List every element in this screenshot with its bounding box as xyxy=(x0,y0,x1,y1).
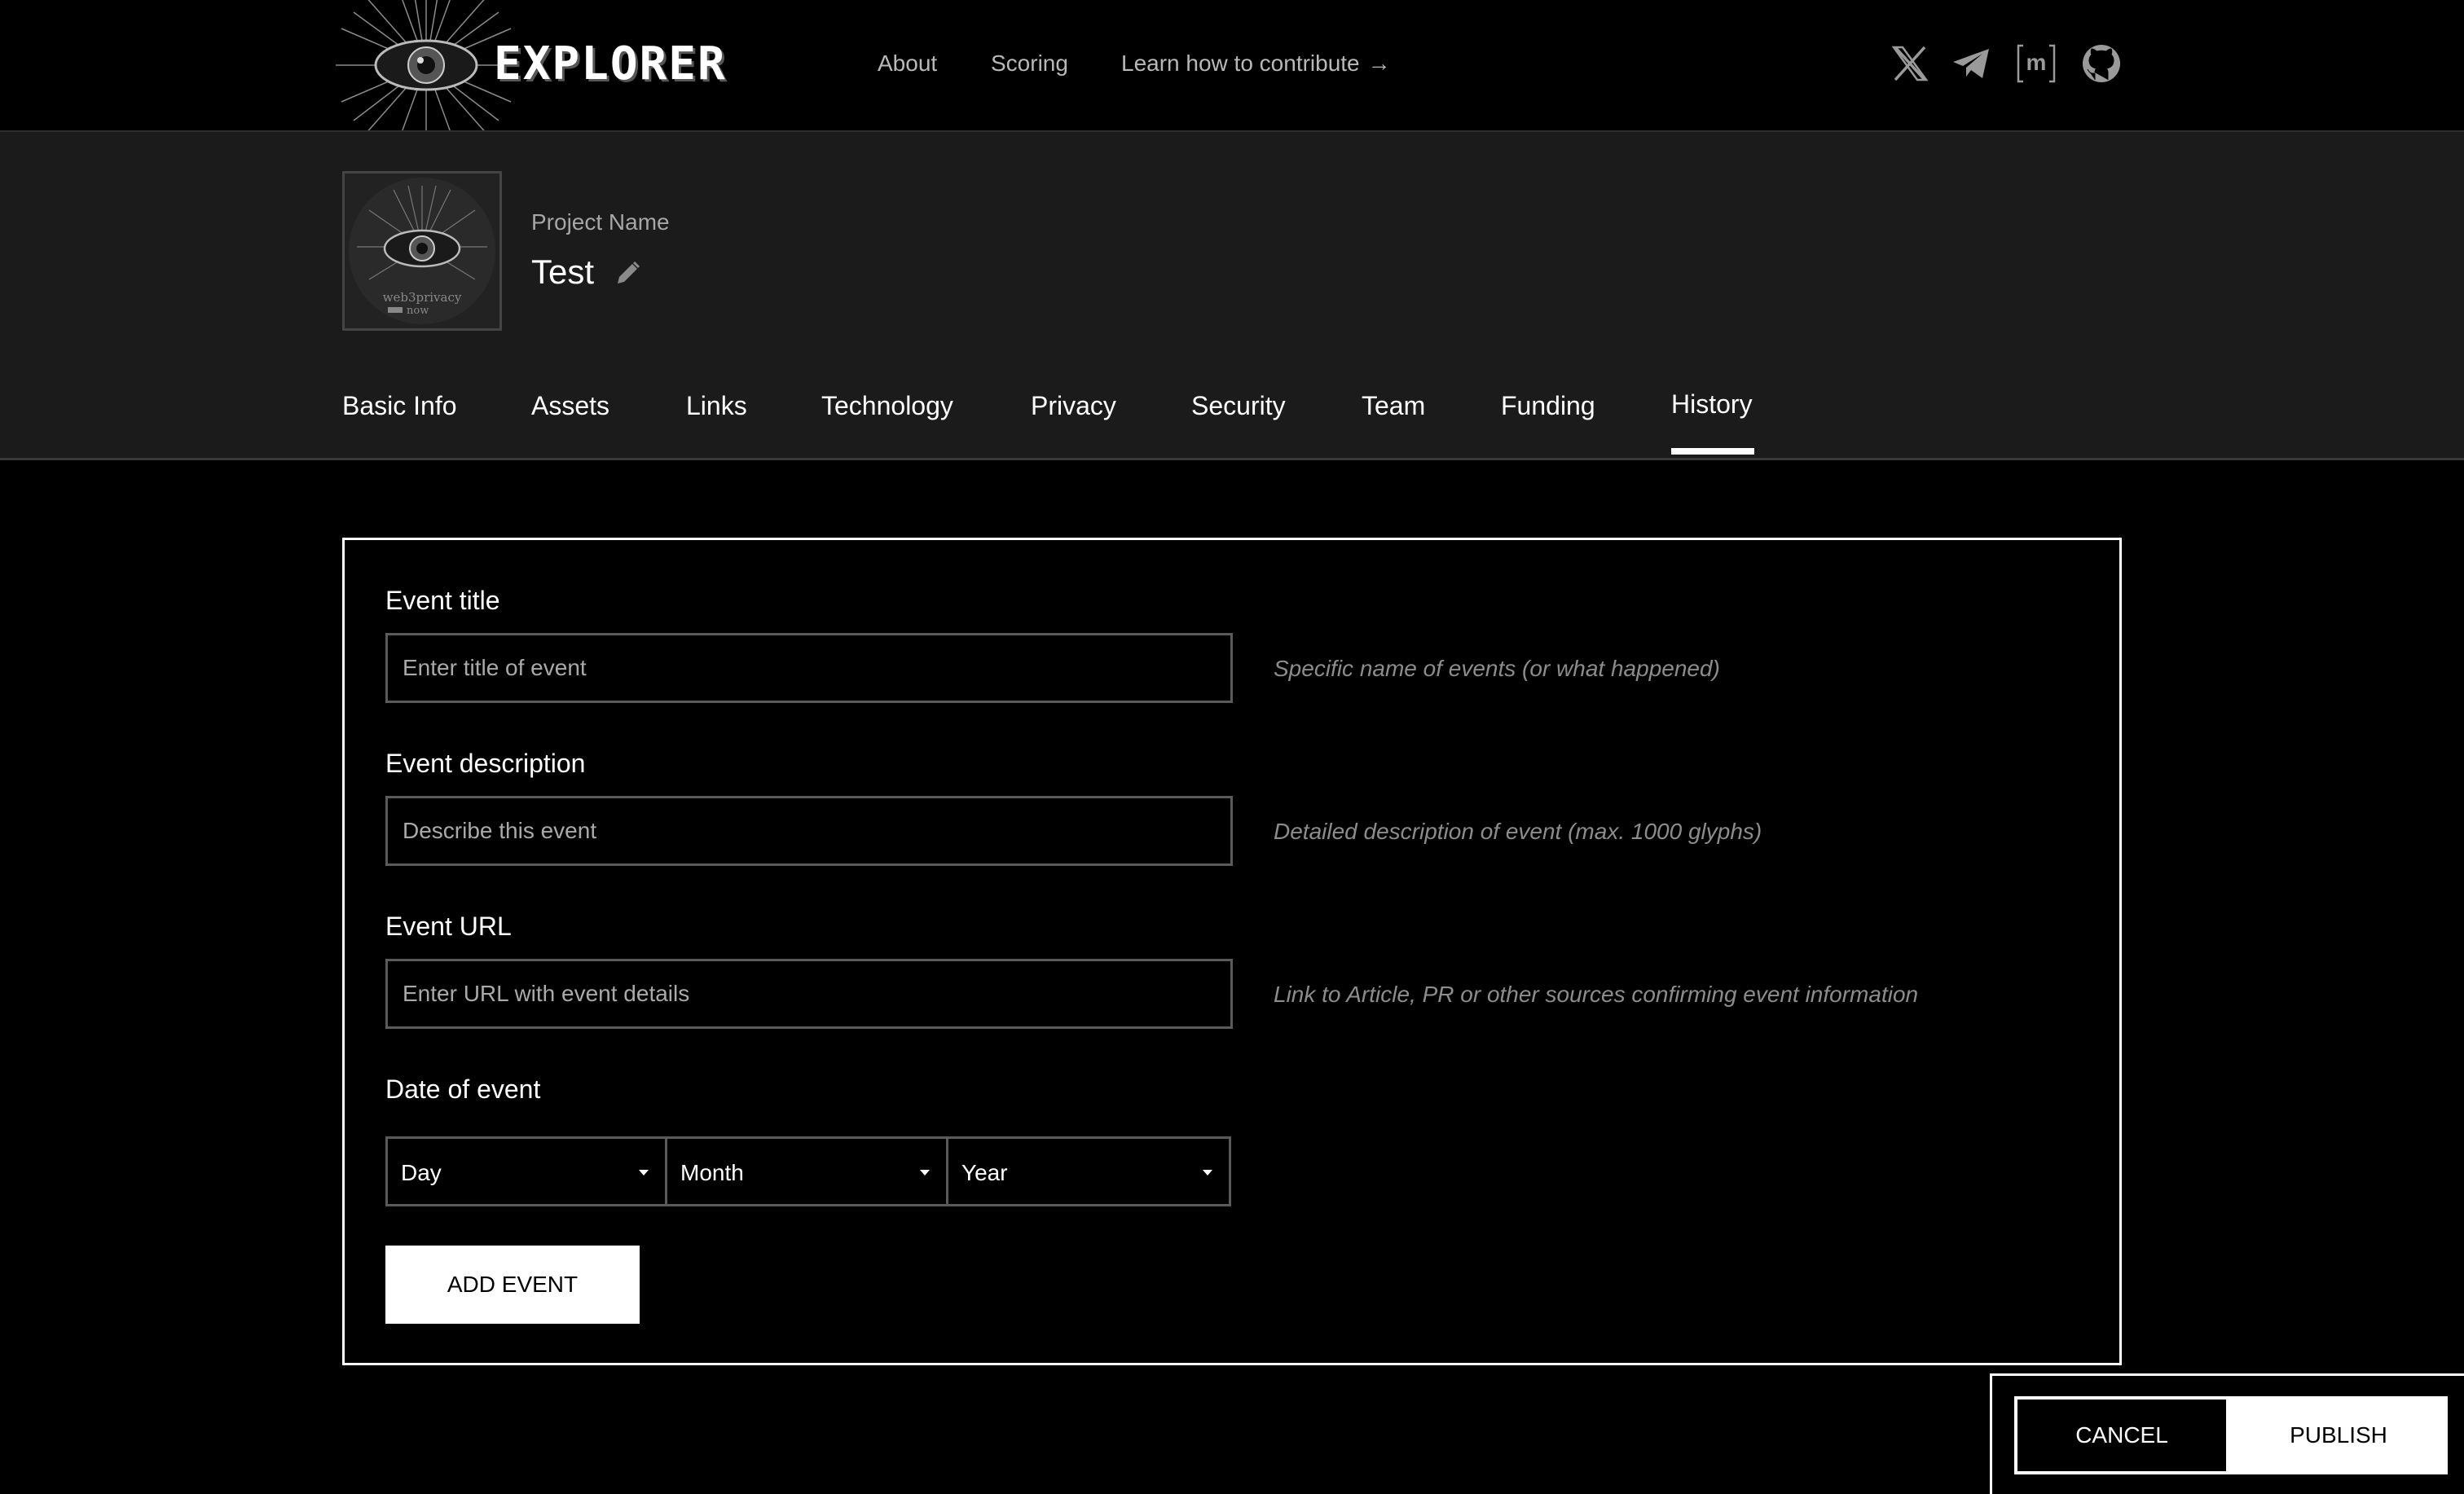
event-description-input[interactable] xyxy=(385,796,1233,866)
tab-history[interactable]: History xyxy=(1671,389,1753,420)
tab-basic-info[interactable]: Basic Info xyxy=(342,391,457,421)
tab-security[interactable]: Security xyxy=(1191,391,1286,421)
nav-contribute-label: Learn how to contribute xyxy=(1121,51,1360,76)
tab-funding[interactable]: Funding xyxy=(1501,391,1595,421)
chevron-down-icon xyxy=(920,1170,930,1175)
tab-privacy[interactable]: Privacy xyxy=(1031,391,1116,421)
avatar-caption: web3privacy xyxy=(383,290,462,305)
event-title-input[interactable] xyxy=(385,633,1233,703)
form-actions: CANCEL PUBLISH xyxy=(1990,1373,2464,1494)
chevron-down-icon xyxy=(1203,1170,1212,1175)
tab-technology[interactable]: Technology xyxy=(821,391,953,421)
chevron-down-icon xyxy=(639,1170,649,1175)
active-tab-indicator xyxy=(1671,448,1754,455)
svg-text:m: m xyxy=(2026,50,2047,75)
publish-button[interactable]: PUBLISH xyxy=(2229,1396,2448,1474)
top-navbar: EXPLORER About Scoring Learn how to cont… xyxy=(0,0,2464,132)
event-description-hint: Detailed description of event (max. 1000… xyxy=(1274,819,1762,844)
project-header: web3privacy now Project Name Test Basic … xyxy=(0,132,2464,460)
year-select-value: Year xyxy=(961,1160,1008,1185)
x-twitter-icon[interactable] xyxy=(1889,42,1931,85)
tab-links[interactable]: Links xyxy=(686,391,747,421)
nav-about-link[interactable]: About xyxy=(878,51,937,77)
tab-team[interactable]: Team xyxy=(1362,391,1425,421)
nav-scoring-link[interactable]: Scoring xyxy=(991,51,1068,77)
project-name-label: Project Name xyxy=(531,209,670,235)
pencil-edit-icon[interactable] xyxy=(613,259,642,288)
event-date-label: Date of event xyxy=(385,1074,541,1104)
eye-icon[interactable] xyxy=(336,0,517,130)
day-select-value: Day xyxy=(401,1160,442,1185)
month-select[interactable]: Month xyxy=(665,1136,948,1206)
month-select-value: Month xyxy=(680,1160,744,1185)
year-select[interactable]: Year xyxy=(946,1136,1231,1206)
event-url-hint: Link to Article, PR or other sources con… xyxy=(1274,982,1919,1007)
add-event-form: Event title Specific name of events (or … xyxy=(342,538,2122,1365)
event-title-label: Event title xyxy=(385,586,500,615)
github-icon[interactable] xyxy=(2080,42,2123,85)
event-description-label: Event description xyxy=(385,749,586,778)
avatar-caption-now: now xyxy=(407,305,429,317)
event-title-hint: Specific name of events (or what happene… xyxy=(1274,656,1720,681)
cancel-button[interactable]: CANCEL xyxy=(2014,1396,2229,1474)
project-name-value: Test xyxy=(531,253,595,291)
event-url-label: Event URL xyxy=(385,912,512,941)
arrow-right-icon: → xyxy=(1367,51,1391,76)
add-event-button[interactable]: ADD EVENT xyxy=(385,1246,640,1324)
matrix-icon[interactable]: m xyxy=(2015,42,2057,85)
event-url-input[interactable] xyxy=(385,959,1233,1029)
project-avatar[interactable]: web3privacy now xyxy=(342,171,502,331)
logo-wordmark[interactable]: EXPLORER xyxy=(494,37,727,90)
nav-contribute-link[interactable]: Learn how to contribute → xyxy=(1121,51,1391,77)
day-select[interactable]: Day xyxy=(385,1136,667,1206)
telegram-icon[interactable] xyxy=(1950,42,1992,85)
tab-assets[interactable]: Assets xyxy=(531,391,609,421)
